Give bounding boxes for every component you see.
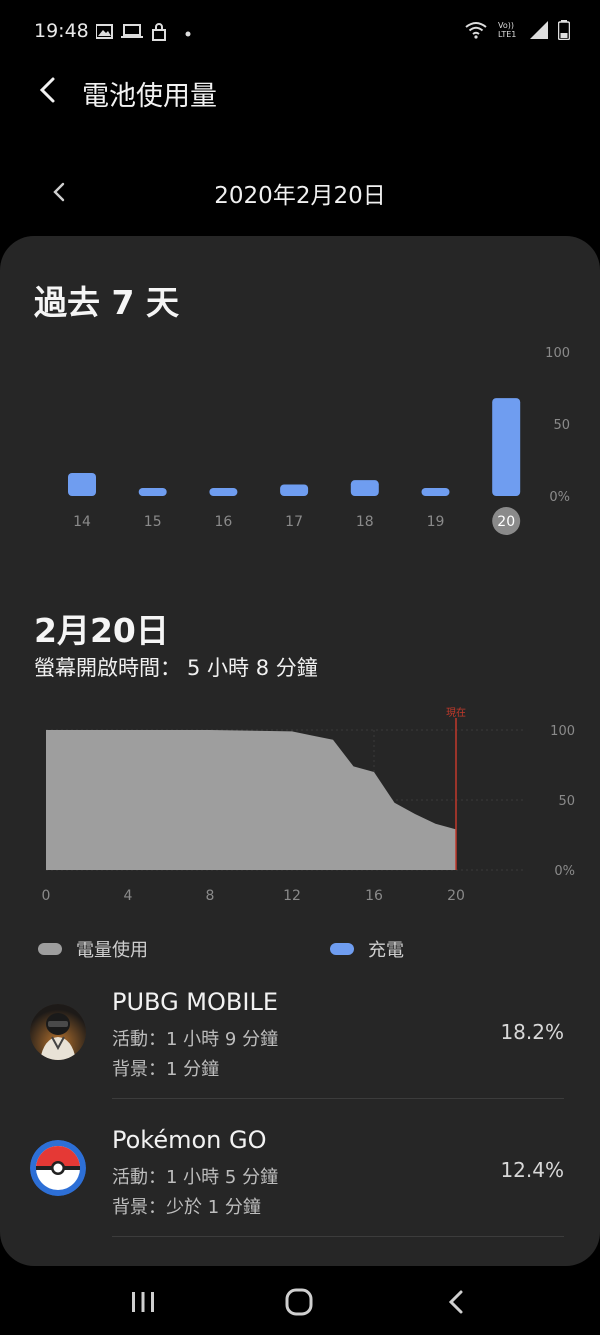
x-tick-label: 17: [285, 514, 303, 530]
x-tick-label: 8: [206, 888, 215, 904]
recents-button[interactable]: [113, 1282, 173, 1322]
app-background-time: 背景：1 分鐘: [112, 1059, 220, 1080]
x-tick-label: 0: [42, 888, 51, 904]
gallery-icon: [95, 24, 113, 39]
page-title: 電池使用量: [82, 81, 217, 112]
screen-on-time: 螢幕開啟時間： 5 小時 8 分鐘: [34, 652, 324, 682]
row-divider: [112, 1098, 564, 1099]
home-button[interactable]: [269, 1282, 329, 1322]
x-tick-label: 16: [365, 888, 383, 904]
selected-date: 2020年2月20日: [214, 183, 386, 209]
lock-icon: [152, 23, 166, 41]
legend-charge: 充電: [330, 936, 404, 962]
daily-battery-level-chart: 現在 0% 50 100 0 4 8 12 16 20: [42, 707, 575, 904]
x-tick-label: 12: [283, 888, 301, 904]
app-name: Pokémon GO: [112, 1126, 267, 1154]
back-icon: [448, 1290, 463, 1314]
x-tick-label: 18: [356, 514, 374, 530]
status-time: 19:48: [34, 20, 89, 42]
x-tick-label: 4: [124, 888, 133, 904]
y-tick-label: 50: [553, 418, 570, 433]
app-row-pokemon-go[interactable]: Pokémon GO 活動：1 小時 5 分鐘 背景：少於 1 分鐘 12.4%: [0, 1114, 600, 1250]
bar-15: [138, 488, 167, 496]
legend-usage-label: 電量使用: [76, 940, 148, 961]
x-tick-label: 20: [497, 514, 515, 530]
x-tick-label: 20: [447, 888, 465, 904]
volte-icon: Vo)) LTE1: [498, 21, 517, 39]
chevron-left-icon: [39, 77, 55, 103]
bar-17: [280, 484, 309, 496]
x-tick-label: 16: [214, 514, 232, 530]
weekly-usage-bar-chart[interactable]: 0% 50 100 14 15 16 17 18 19 20: [0, 336, 600, 536]
app-row-pubg[interactable]: PUBG MOBILE 活動：1 小時 9 分鐘 背景：1 分鐘 18.2%: [0, 976, 600, 1112]
legend-charge-label: 充電: [368, 940, 404, 961]
y-tick-label: 50: [558, 794, 575, 809]
usage-swatch: [38, 943, 62, 955]
bar-14: [68, 472, 96, 496]
signal-icon: [530, 21, 548, 39]
x-tick-label: 14: [73, 514, 91, 530]
dot-icon: [185, 31, 191, 37]
x-tick-label: 19: [427, 514, 445, 530]
now-marker-label: 現在: [446, 707, 466, 719]
home-icon: [285, 1288, 313, 1316]
status-left-icons: [95, 22, 196, 46]
week-section-title: 過去 7 天: [34, 283, 179, 322]
recents-icon: [132, 1292, 154, 1312]
app-name: PUBG MOBILE: [112, 988, 278, 1016]
bar-19: [421, 488, 450, 496]
screen-time-value: 5 小時 8 分鐘: [187, 656, 318, 680]
battery-icon: [558, 20, 570, 40]
day-section-title: 2月20日: [34, 611, 169, 650]
app-active-time: 活動：1 小時 5 分鐘: [112, 1167, 279, 1188]
app-usage-percent: 12.4%: [500, 1158, 564, 1182]
charge-swatch: [330, 943, 354, 955]
system-navigation-bar: [0, 1266, 600, 1335]
chart-legend: 電量使用 充電: [0, 936, 600, 966]
x-tick-label: 15: [144, 514, 162, 530]
back-button[interactable]: [30, 70, 64, 110]
y-tick-label: 100: [550, 724, 575, 739]
pubg-app-icon: [30, 1004, 86, 1060]
screen-time-label: 螢幕開啟時間：: [34, 656, 181, 680]
app-background-time: 背景：少於 1 分鐘: [112, 1197, 261, 1218]
app-usage-percent: 18.2%: [500, 1020, 564, 1044]
wifi-icon: [465, 22, 487, 39]
legend-usage: 電量使用: [38, 936, 148, 962]
battery-level-area: [46, 730, 456, 870]
app-active-time: 活動：1 小時 9 分鐘: [112, 1029, 279, 1050]
status-right-icons: Vo)) LTE1: [464, 20, 570, 40]
bar-18: [350, 480, 379, 496]
y-tick-label: 0%: [549, 490, 570, 505]
back-nav-button[interactable]: [426, 1282, 486, 1322]
row-divider: [112, 1236, 564, 1237]
y-tick-label: 0%: [554, 864, 575, 879]
date-navigator: 2020年2月20日: [0, 166, 600, 218]
laptop-icon: [121, 24, 143, 38]
bar-16: [209, 488, 238, 496]
notification-icons: [95, 23, 191, 41]
app-bar: 電池使用量: [0, 62, 600, 122]
battery-usage-card: 過去 7 天 0% 50 100 14 15 16 17 18 19 20 2月20日 螢幕開啟時…: [0, 236, 600, 1266]
pokemon-go-app-icon: [30, 1140, 86, 1196]
y-tick-label: 100: [545, 346, 570, 361]
status-bar: 19:48 Vo)) LTE1: [0, 0, 600, 62]
bar-20: [492, 398, 521, 496]
